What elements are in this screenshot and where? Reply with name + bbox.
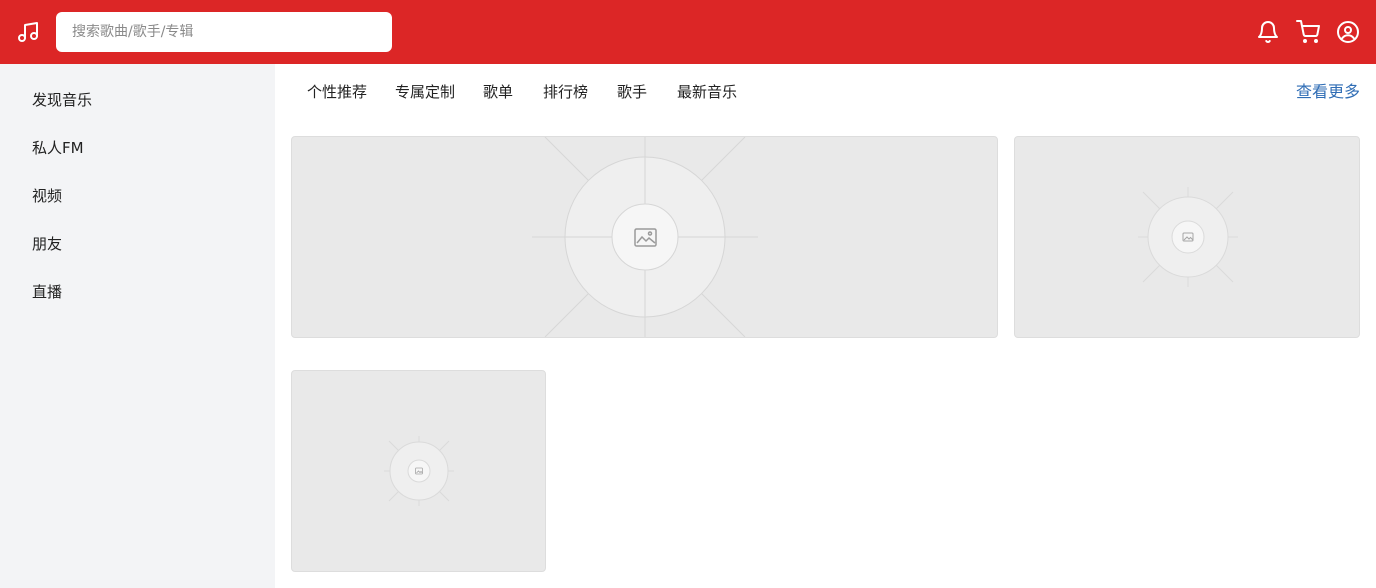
- music-note-icon[interactable]: [16, 20, 40, 44]
- tab-charts[interactable]: 排行榜: [543, 80, 588, 104]
- playlist-card[interactable]: [291, 370, 546, 572]
- image-placeholder-icon: [532, 137, 758, 337]
- banner-card-large[interactable]: [291, 136, 998, 338]
- bell-icon[interactable]: [1256, 20, 1280, 44]
- cart-icon[interactable]: [1296, 20, 1320, 44]
- view-more-link[interactable]: 查看更多: [1296, 80, 1360, 104]
- image-placeholder-icon: [1138, 187, 1238, 287]
- image-placeholder-icon: [384, 436, 454, 506]
- user-circle-icon[interactable]: [1336, 20, 1360, 44]
- sidebar: 发现音乐 私人FM 视频 朋友 直播: [0, 64, 275, 588]
- tab-personal-recommend[interactable]: 个性推荐: [307, 80, 367, 104]
- sidebar-item-friends[interactable]: 朋友: [32, 232, 62, 256]
- tab-playlists[interactable]: 歌单: [483, 80, 513, 104]
- tab-exclusive-custom[interactable]: 专属定制: [395, 80, 455, 104]
- banner-card-small[interactable]: [1014, 136, 1360, 338]
- tab-new-music[interactable]: 最新音乐: [677, 80, 737, 104]
- sidebar-item-live[interactable]: 直播: [32, 280, 62, 304]
- search-input[interactable]: [56, 12, 392, 52]
- sidebar-item-video[interactable]: 视频: [32, 184, 62, 208]
- top-bar: [0, 0, 1376, 64]
- tab-artists[interactable]: 歌手: [617, 80, 647, 104]
- sidebar-item-personal-fm[interactable]: 私人FM: [32, 136, 84, 160]
- sidebar-item-discover-music[interactable]: 发现音乐: [32, 88, 92, 112]
